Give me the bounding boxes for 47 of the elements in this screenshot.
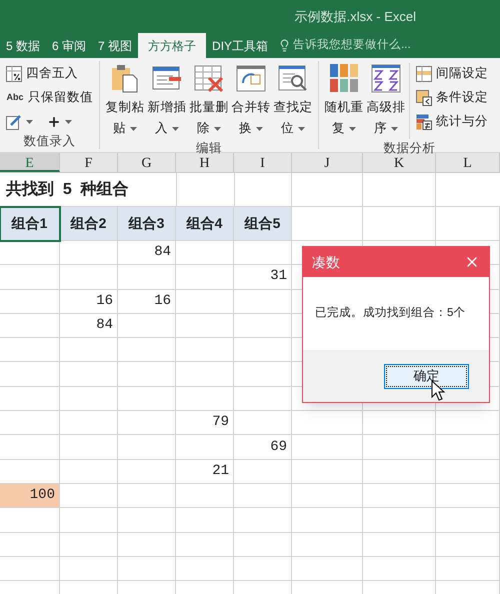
table-cell: 组合5 (234, 207, 292, 241)
column-header[interactable]: F (60, 153, 118, 172)
ribbon-button[interactable]: 新增插 入 (148, 63, 186, 139)
sheet-title: 共找到 5 种组合 (5, 180, 130, 200)
group-label: 数值录入 (22, 133, 76, 150)
table-cell: 69 (234, 435, 292, 460)
column-header[interactable]: K (363, 153, 436, 172)
ribbon-button[interactable]: 高级排 序 (367, 63, 405, 139)
table-cell: 79 (176, 411, 234, 436)
column-header[interactable]: J (292, 153, 363, 172)
tell-me-field[interactable]: 告诉我您想要做什么... (293, 36, 500, 54)
table-cell: 16 (118, 290, 176, 314)
table-cell: 84 (60, 314, 118, 338)
table-cell: 组合4 (176, 207, 234, 241)
column-header[interactable]: L (436, 153, 500, 172)
column-header[interactable]: I (234, 153, 292, 172)
ribbon-small-button[interactable]: Abc 只保留数值 (6, 87, 93, 108)
table-cell: 16 (60, 290, 118, 314)
ribbon-tab[interactable]: 方方格子 (138, 33, 206, 58)
column-header[interactable]: G (118, 153, 176, 172)
ribbon-button[interactable]: 查找定 位 (274, 63, 312, 139)
table-cell: 组合1 (0, 207, 60, 241)
table-cell: 100 (0, 484, 60, 508)
ribbon-small-button[interactable]: 间隔设定 (416, 63, 488, 84)
table-cell: 84 (118, 241, 176, 266)
ribbon-small-button[interactable]: 条件设定 (416, 87, 488, 108)
ribbon-tab[interactable]: DIY工具箱 (206, 33, 274, 58)
column-header[interactable]: H (176, 153, 234, 172)
dialog-title: 凑数 (312, 252, 340, 272)
ribbon-button[interactable]: 合并转 换 (232, 63, 270, 139)
ribbon-button[interactable]: 复制粘 贴 (106, 63, 144, 139)
table-cell: 组合3 (118, 207, 176, 241)
ribbon-button[interactable]: 批量删 除 (190, 63, 228, 139)
ok-button[interactable]: 确定 (384, 364, 469, 388)
ribbon-tab[interactable]: 6 审阅 (46, 33, 92, 58)
column-header[interactable]: E (0, 153, 60, 172)
abc-icon: Abc (6, 90, 24, 104)
dialog-message: 已完成。成功找到组合：5个 (315, 305, 466, 321)
window-title: 示例数据.xlsx - Excel (294, 8, 416, 26)
table-cell: 31 (234, 265, 292, 290)
ribbon-tab[interactable]: 7 视图 (92, 33, 138, 58)
ribbon-small-button[interactable]: 统计与分 (416, 111, 488, 132)
ribbon-tab[interactable]: 5 数据 (0, 33, 46, 58)
ribbon-small-button[interactable]: 四舍五入 (6, 63, 93, 84)
table-cell: 组合2 (60, 207, 118, 241)
table-cell: 21 (176, 460, 234, 484)
ribbon-button[interactable]: 随机重 复 (325, 63, 363, 139)
